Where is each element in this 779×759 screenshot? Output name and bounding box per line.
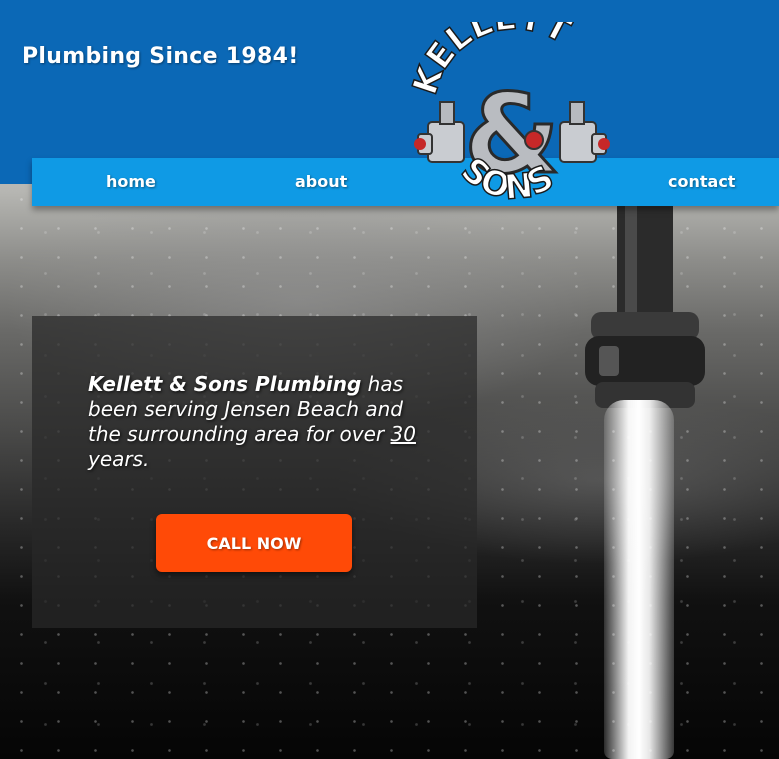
site-header: Plumbing Since 1984! xyxy=(0,0,779,184)
main-nav: home about contact xyxy=(32,158,779,206)
kellett-sons-logo[interactable]: & KELLETT SONS xyxy=(410,22,614,204)
tagline: Plumbing Since 1984! xyxy=(22,44,299,69)
nav-home[interactable]: home xyxy=(106,158,156,206)
call-now-button[interactable]: CALL NOW xyxy=(156,514,352,572)
faucet-image xyxy=(585,200,705,408)
intro-panel: Kellett & Sons Plumbing has been serving… xyxy=(32,316,477,628)
water-stream xyxy=(604,400,674,759)
intro-text: Kellett & Sons Plumbing has been serving… xyxy=(88,372,433,472)
years-link[interactable]: 30 xyxy=(391,422,416,446)
intro-text-2: years. xyxy=(88,447,150,471)
valve-wheel-icon xyxy=(524,130,544,150)
company-name: Kellett & Sons Plumbing xyxy=(88,372,362,396)
nav-contact[interactable]: contact xyxy=(668,158,735,206)
nav-about[interactable]: about xyxy=(295,158,347,206)
